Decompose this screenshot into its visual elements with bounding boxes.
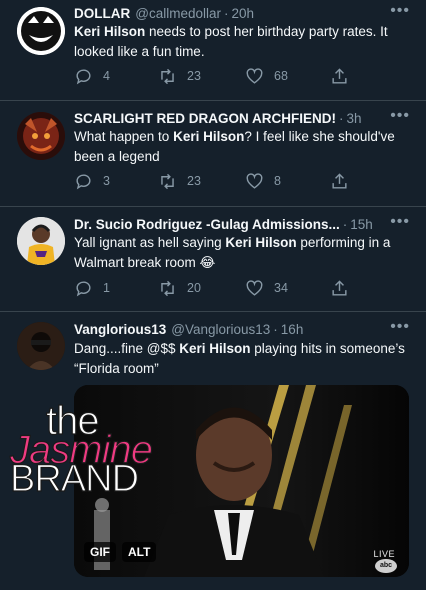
tweet-text-segment: What happen to	[74, 129, 174, 144]
portrait-avatar-icon	[17, 322, 65, 370]
display-name[interactable]: SCARLIGHT RED DRAGON ARCHFIEND!	[74, 111, 336, 126]
avatar[interactable]	[17, 217, 65, 265]
smiley-avatar-icon	[17, 7, 65, 55]
reply-icon	[76, 280, 91, 296]
tweet-actions: 1 20 34	[74, 278, 374, 298]
avatar[interactable]	[17, 112, 65, 160]
like-button[interactable]: 34	[245, 278, 288, 298]
tweet-header: SCARLIGHT RED DRAGON ARCHFIEND! · 3h	[74, 108, 412, 128]
retweet-icon	[161, 173, 174, 189]
avatar[interactable]	[17, 322, 65, 370]
reply-count: 3	[103, 174, 110, 188]
tweet-text: Yall ignant as hell saying Keri Hilson p…	[74, 233, 412, 273]
highlighted-keyword: Keri Hilson	[173, 129, 245, 144]
network-logo: abc	[375, 559, 397, 573]
dragon-avatar-icon	[17, 112, 65, 160]
share-button[interactable]	[330, 278, 359, 298]
reply-icon	[76, 173, 91, 189]
heart-icon	[246, 279, 263, 296]
gif-badge: GIF	[84, 542, 116, 562]
user-handle[interactable]: @callmedollar	[135, 6, 221, 21]
tweet-2[interactable]: SCARLIGHT RED DRAGON ARCHFIEND! · 3h •••…	[0, 101, 426, 207]
reply-button[interactable]: 1	[74, 278, 110, 298]
display-name[interactable]: DOLLAR	[74, 6, 130, 21]
tweet-1[interactable]: DOLLAR @callmedollar · 20h ••• Keri Hils…	[0, 0, 426, 101]
tweet-header: Vanglorious13 @Vanglorious13 · 16h	[74, 319, 412, 339]
display-name[interactable]: Dr. Sucio Rodriguez -Gulag Admissions...	[74, 217, 340, 232]
tweet-3[interactable]: Dr. Sucio Rodriguez -Gulag Admissions...…	[0, 207, 426, 312]
reply-icon	[76, 68, 91, 84]
tweet-header: DOLLAR @callmedollar · 20h	[74, 3, 412, 23]
like-button[interactable]: 68	[245, 66, 288, 86]
highlighted-keyword: Keri Hilson	[74, 24, 146, 39]
retweet-icon	[161, 280, 174, 296]
lakers-avatar-icon	[17, 217, 65, 265]
display-name[interactable]: Vanglorious13	[74, 322, 166, 337]
tweet-actions: 4 23 68	[74, 66, 374, 86]
share-button[interactable]	[330, 171, 359, 191]
like-count: 68	[274, 69, 288, 83]
tweet-text: Dang....fine @$$ Keri Hilson playing hit…	[74, 339, 412, 379]
user-handle[interactable]: @Vanglorious13	[171, 322, 270, 337]
retweet-button[interactable]: 23	[158, 171, 201, 191]
timestamp[interactable]: 20h	[231, 6, 254, 21]
like-count: 8	[274, 174, 281, 188]
like-count: 34	[274, 281, 288, 295]
highlighted-keyword: Keri Hilson	[225, 235, 297, 250]
retweet-count: 23	[187, 69, 201, 83]
tweet-actions: 3 23 8	[74, 171, 374, 191]
separator-dot: ·	[223, 5, 229, 21]
reply-button[interactable]: 3	[74, 171, 110, 191]
alt-text-button[interactable]: ALT	[122, 542, 157, 562]
separator-dot: ·	[339, 110, 344, 126]
heart-icon	[246, 67, 263, 84]
timestamp[interactable]: 16h	[281, 322, 304, 337]
share-icon	[332, 279, 347, 296]
more-icon[interactable]: •••	[390, 319, 410, 341]
reply-count: 1	[103, 281, 110, 295]
tweet-text: Keri Hilson needs to post her birthday p…	[74, 22, 412, 62]
like-button[interactable]: 8	[245, 171, 281, 191]
timestamp[interactable]: 15h	[350, 217, 373, 232]
highlighted-keyword: Keri Hilson	[179, 341, 251, 356]
tweet-text-segment: Yall ignant as hell saying	[74, 235, 226, 250]
timestamp[interactable]: 3h	[347, 111, 362, 126]
share-icon	[332, 67, 347, 84]
separator-dot: ·	[342, 216, 348, 232]
share-icon	[332, 172, 347, 189]
retweet-count: 23	[187, 174, 201, 188]
retweet-button[interactable]: 20	[158, 278, 201, 298]
tweet-media-gif[interactable]: GIF ALT LIVE abc	[74, 385, 409, 577]
tweet-header: Dr. Sucio Rodriguez -Gulag Admissions...…	[74, 214, 412, 234]
live-label: LIVE	[373, 549, 395, 559]
avatar[interactable]	[17, 7, 65, 55]
retweet-count: 20	[187, 281, 201, 295]
tweet-text-segment: Dang....fine @$$	[74, 341, 180, 356]
reply-count: 4	[103, 69, 110, 83]
retweet-button[interactable]: 23	[158, 66, 201, 86]
share-button[interactable]	[330, 66, 359, 86]
separator-dot: ·	[273, 321, 278, 337]
tweet-text: What happen to Keri Hilson? I feel like …	[74, 127, 412, 167]
heart-icon	[246, 172, 263, 189]
retweet-icon	[161, 68, 174, 84]
reply-button[interactable]: 4	[74, 66, 110, 86]
